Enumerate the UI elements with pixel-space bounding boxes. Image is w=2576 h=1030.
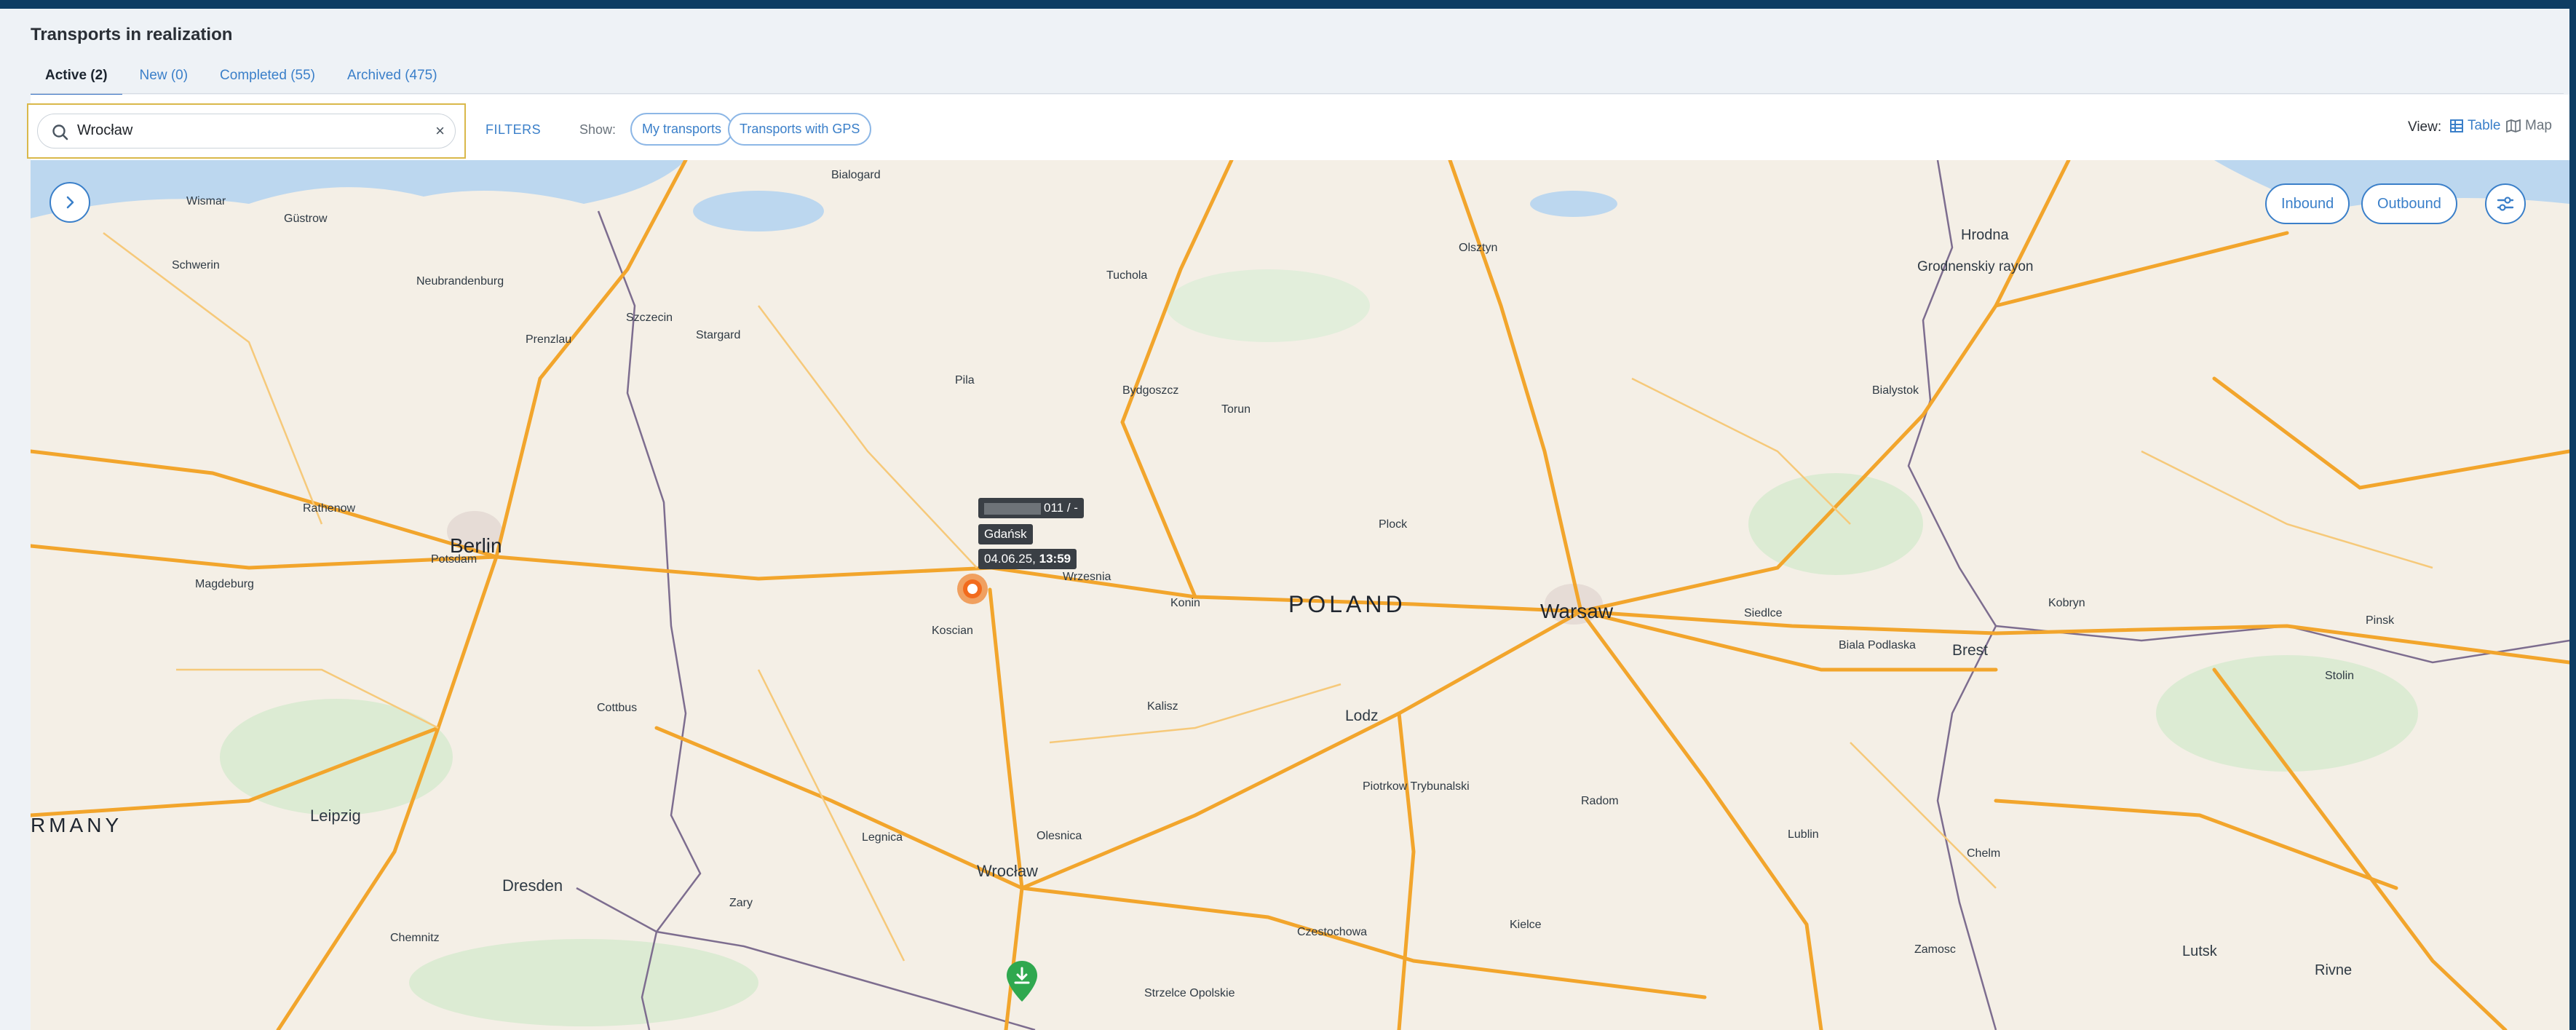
map-label-brest: Brest [1952, 642, 1989, 659]
search-icon [52, 124, 68, 140]
map-label-pila: Pila [955, 374, 975, 387]
inbound-button[interactable]: Inbound [2265, 183, 2350, 224]
clear-icon[interactable]: × [435, 122, 445, 140]
map-label-zamosc: Zamosc [1914, 943, 1956, 956]
search-value: Wrocław [77, 122, 133, 138]
map-label-germany: RMANY [31, 814, 123, 836]
map-label-lutsk: Lutsk [2182, 943, 2217, 959]
map-label-wismar: Wismar [186, 195, 226, 207]
map-label-czestochowa: Czestochowa [1297, 926, 1368, 938]
map-view[interactable]: Berlin POLAND Warsaw Wrocław Brest Leipz… [31, 160, 2569, 1030]
map-label-torun: Torun [1221, 403, 1251, 416]
transport-marker-orange[interactable] [957, 574, 988, 604]
map-label-tuchola: Tucholа [1106, 269, 1148, 282]
marker-tooltip-time: 04.06.25, 13:59 [978, 549, 1077, 569]
search-input[interactable]: Wrocław × [37, 114, 456, 148]
marker-tooltip-city: Gdańsk [978, 524, 1033, 544]
map-label-pinsk: Pinsk [2366, 614, 2395, 627]
map-label-kielce: Kielce [1510, 919, 1542, 931]
marker-orange-ring [963, 579, 982, 598]
tooltip-id-suffix: 011 / - [1044, 501, 1078, 515]
view-map-toggle[interactable]: Map [2506, 118, 2552, 134]
outbound-button[interactable]: Outbound [2361, 183, 2457, 224]
map-label-wrzesnia: Wrzesnia [1063, 571, 1111, 583]
map-label-kalisz: Kalisz [1147, 700, 1178, 713]
map-label-wroclaw: Wrocław [977, 862, 1038, 880]
map-label-warsaw: Warsaw [1540, 600, 1614, 622]
tab-completed[interactable]: Completed (55) [205, 66, 330, 96]
map-label-lodz: Lodz [1345, 708, 1379, 724]
view-table-label: Table [2468, 118, 2501, 133]
map-icon [2506, 119, 2521, 132]
map-label-prenzlau: Prenzlau [526, 333, 572, 346]
tabs-divider [31, 93, 2564, 94]
map-label-chemnitz: Chemnitz [390, 932, 440, 944]
map-label-bialystok: Bialystok [1872, 384, 1919, 397]
search-container: Wrocław × [27, 103, 466, 159]
map-label-rathenow: Rathenow [303, 502, 356, 515]
map-label-strzelce: Strzelce Opolskie [1144, 987, 1235, 999]
redacted-block [984, 502, 1041, 515]
map-label-koscian: Koscian [932, 625, 973, 637]
tooltip-time: 13:59 [1039, 552, 1071, 566]
map-label-plock: Plock [1379, 518, 1408, 531]
map-label-grodnenskiy: Grodnenskiy rayon [1917, 259, 2034, 274]
marker-orange-center [967, 584, 978, 594]
tab-new[interactable]: New (0) [125, 66, 203, 96]
map-label-neubrandenburg: Neubrandenburg [416, 275, 504, 288]
map-label-biala: Biala Podlaska [1839, 639, 1916, 651]
tab-archived[interactable]: Archived (475) [333, 66, 452, 96]
map-label-bialogard: Bialogard [831, 169, 881, 181]
map-label-olesnica: Olesnica [1037, 830, 1082, 842]
map-label-dresden: Dresden [502, 876, 563, 895]
table-icon [2450, 119, 2463, 132]
top-header-bar [0, 0, 2576, 9]
map-label-legnica: Legnica [862, 831, 903, 844]
map-label-stargard: Stargard [696, 329, 741, 341]
map-label-magdeburg: Magdeburg [195, 578, 254, 590]
map-label-rivne: Rivne [2315, 962, 2353, 978]
sliders-icon [2497, 197, 2514, 211]
map-label-hrodna: Hrodna [1961, 227, 2009, 243]
map-label-siedlce: Siedlce [1744, 607, 1783, 619]
map-label-stolin: Stolin [2325, 670, 2355, 682]
map-label-bydgoszcz: Bydgoszcz [1122, 384, 1179, 397]
gps-transports-chip[interactable]: Transports with GPS [728, 113, 872, 146]
page-title: Transports in realization [31, 25, 233, 44]
map-label-schwerin: Schwerin [172, 259, 220, 272]
unloading-marker-icon[interactable] [1004, 959, 1039, 1003]
filters-button[interactable]: FILTERS [486, 122, 541, 138]
map-label-konin: Konin [1170, 597, 1200, 609]
map-label-olsztyn: Olsztyn [1459, 242, 1498, 254]
tooltip-date: 04.06.25, [984, 552, 1036, 566]
view-label: View: [2408, 119, 2442, 135]
expand-panel-button[interactable] [49, 182, 90, 223]
my-transports-chip[interactable]: My transports [630, 113, 734, 146]
tab-active[interactable]: Active (2) [31, 66, 122, 96]
map-label-lublin: Lublin [1788, 828, 1819, 841]
map-label-poland: POLAND [1288, 591, 1406, 617]
map-label-leipzig: Leipzig [310, 807, 361, 825]
status-tabs: Active (2) New (0) Completed (55) Archiv… [31, 66, 455, 96]
map-label-kobryn: Kobryn [2048, 597, 2085, 609]
marker-tooltip-id: 011 / - [978, 498, 1084, 518]
chevron-right-icon [66, 196, 74, 209]
map-label-cottbus: Cottbus [597, 702, 638, 714]
view-table-toggle[interactable]: Table [2450, 118, 2500, 134]
map-label-piotrkow: Piotrkow Trybunalski [1363, 780, 1470, 793]
map-label-chelm: Chelm [1967, 847, 2001, 860]
map-label-potsdam: Potsdam [431, 553, 477, 566]
map-label-radom: Radom [1581, 795, 1619, 807]
show-label: Show: [579, 122, 617, 137]
map-label-zary: Zary [729, 897, 753, 909]
map-settings-button[interactable] [2485, 183, 2526, 224]
map-label-gustrow: Güstrow [284, 213, 328, 225]
right-edge-strip [2569, 9, 2576, 1030]
map-label-szczecin: Szczecin [626, 312, 673, 324]
view-map-label: Map [2525, 118, 2552, 133]
